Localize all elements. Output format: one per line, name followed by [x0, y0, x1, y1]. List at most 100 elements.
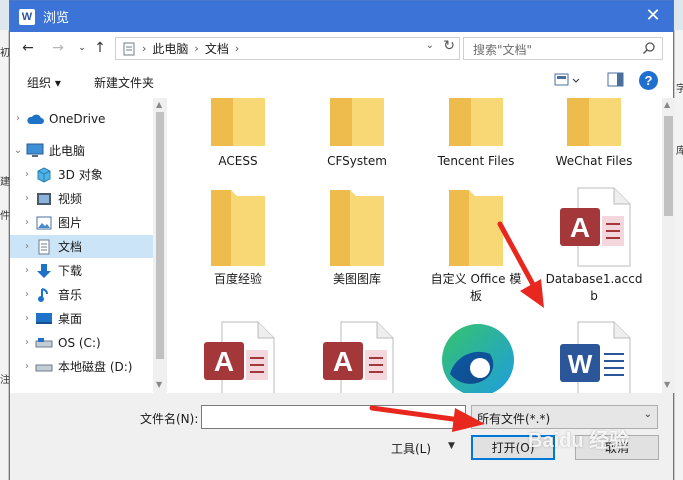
- toolbar: 组织 ▾ 新建文件夹 ?: [10, 64, 673, 98]
- scroll-up-icon[interactable]: ▲: [156, 100, 162, 109]
- tree-item-this-pc[interactable]: ⌄ 此电脑: [10, 139, 153, 162]
- background-right-strip: 字 库: [674, 30, 683, 480]
- file-list-scrollbar[interactable]: ▲ ▼: [662, 98, 675, 393]
- address-bar[interactable]: › 此电脑 › 文档 › ⌄ ↻: [115, 37, 460, 60]
- navigation-pane: › OneDrive ⌄ 此电脑 › 3D 对象 › 视频 › 图片 › 文档: [10, 98, 167, 393]
- refresh-icon[interactable]: ↻: [443, 38, 455, 54]
- nav-scrollbar[interactable]: ▲ ▼: [153, 98, 167, 393]
- tree-item-downloads[interactable]: › 下载: [10, 259, 153, 282]
- file-item[interactable]: Tencent Files: [418, 98, 534, 170]
- watermark: Baidu 经验: [528, 430, 630, 452]
- chevron-right-icon[interactable]: ›: [19, 289, 35, 300]
- tree-item-onedrive[interactable]: › OneDrive: [10, 107, 153, 130]
- file-item[interactable]: ACESS: [180, 98, 296, 170]
- file-item[interactable]: W: [536, 320, 652, 393]
- tree-item-label: OneDrive: [49, 111, 106, 126]
- access-file-icon: A: [204, 321, 275, 393]
- file-item[interactable]: 自定义 Office 模 板: [418, 188, 534, 305]
- chevron-right-icon[interactable]: ›: [19, 169, 35, 180]
- file-item[interactable]: A: [180, 320, 296, 393]
- recent-locations-chevron-icon[interactable]: ⌄: [72, 38, 92, 58]
- tree-item-3d-objects[interactable]: › 3D 对象: [10, 163, 153, 186]
- tree-item-label: 桌面: [58, 312, 83, 326]
- video-icon: [35, 191, 53, 207]
- file-name: ACESS: [218, 154, 258, 168]
- tree-item-label: 3D 对象: [58, 168, 103, 182]
- file-item[interactable]: [418, 318, 534, 393]
- file-item[interactable]: CFSystem: [299, 98, 415, 170]
- document-icon: [123, 42, 135, 55]
- preview-pane-icon[interactable]: [607, 72, 625, 88]
- word-file-icon: W: [560, 321, 631, 393]
- filename-input[interactable]: [201, 405, 466, 429]
- word-icon: W: [19, 8, 35, 25]
- scroll-down-icon[interactable]: ▼: [664, 380, 670, 389]
- nav-scroll-thumb[interactable]: [156, 112, 164, 359]
- file-item[interactable]: A Database1.accd b: [536, 186, 652, 305]
- folder-icon: [330, 190, 384, 266]
- chevron-down-icon[interactable]: ⌄: [10, 145, 26, 156]
- close-button[interactable]: ✕: [642, 6, 664, 28]
- file-item[interactable]: A: [299, 320, 415, 393]
- download-icon: [35, 263, 53, 279]
- address-dropdown-icon[interactable]: ⌄: [426, 40, 434, 51]
- tree-item-drive-d[interactable]: › 本地磁盘 (D:): [10, 355, 153, 378]
- file-item[interactable]: 百度经验: [180, 188, 296, 288]
- tree-item-label: 图片: [58, 216, 83, 230]
- tree-item-videos[interactable]: › 视频: [10, 187, 153, 210]
- chevron-right-icon[interactable]: ›: [19, 313, 35, 324]
- chevron-right-icon[interactable]: ›: [19, 337, 35, 348]
- search-input[interactable]: 搜索"文档": [463, 37, 663, 60]
- back-arrow-icon[interactable]: ←: [18, 38, 38, 58]
- chevron-right-icon[interactable]: ›: [19, 361, 35, 372]
- browse-dialog: W 浏览 ✕ ← → ⌄ ↑ › 此电脑 › 文档 › ⌄ ↻ 搜索"文档" 组…: [9, 0, 675, 480]
- background-char: 字: [676, 84, 683, 95]
- tree-item-desktop[interactable]: › 桌面: [10, 307, 153, 330]
- svg-text:A: A: [333, 346, 353, 377]
- cube-icon: [35, 166, 53, 183]
- help-icon[interactable]: ?: [639, 71, 658, 90]
- chevron-right-icon[interactable]: ›: [19, 217, 35, 228]
- search-icon: [642, 42, 655, 55]
- forward-arrow-icon[interactable]: →: [48, 38, 68, 58]
- chevron-down-icon: ⌄: [643, 409, 652, 420]
- view-options-icon[interactable]: [554, 72, 582, 88]
- svg-text:A: A: [214, 346, 234, 377]
- file-item[interactable]: 美图图库: [299, 188, 415, 288]
- folder-icon: [330, 98, 384, 146]
- background-char: 库: [676, 146, 683, 157]
- pc-icon: [26, 143, 44, 159]
- title-bar: W 浏览 ✕: [10, 1, 673, 32]
- tree-item-music[interactable]: › 音乐: [10, 283, 153, 306]
- tools-dropdown-icon[interactable]: ▼: [448, 441, 455, 451]
- tree-item-label: OS (C:): [58, 335, 101, 350]
- tree-item-label: 音乐: [58, 288, 83, 302]
- document-icon: [35, 239, 53, 255]
- chevron-right-icon[interactable]: ›: [10, 113, 26, 124]
- new-folder-button[interactable]: 新建文件夹: [94, 74, 154, 91]
- tree-item-pictures[interactable]: › 图片: [10, 211, 153, 234]
- tree-item-drive-c[interactable]: › OS (C:): [10, 331, 153, 354]
- tree-item-documents[interactable]: › 文档: [10, 235, 153, 258]
- file-name: Tencent Files: [437, 154, 515, 168]
- svg-text:A: A: [570, 212, 590, 243]
- file-item[interactable]: WeChat Files: [536, 98, 652, 170]
- chevron-right-icon[interactable]: ›: [19, 193, 35, 204]
- chevron-right-icon[interactable]: ›: [19, 265, 35, 276]
- file-name: Database1.accd: [545, 272, 643, 286]
- folder-icon: [211, 190, 265, 266]
- filename-label: 文件名(N):: [140, 412, 199, 426]
- picture-icon: [35, 215, 53, 231]
- breadcrumb-separator-icon: ›: [234, 42, 240, 55]
- file-name: WeChat Files: [555, 154, 633, 168]
- file-list-scroll-thumb[interactable]: [664, 116, 673, 216]
- breadcrumb-this-pc[interactable]: 此电脑: [152, 40, 188, 57]
- organize-button[interactable]: 组织 ▾: [27, 74, 61, 91]
- tools-button[interactable]: 工具(L): [391, 440, 431, 457]
- file-name-wrap: 板: [469, 289, 482, 303]
- scroll-up-icon[interactable]: ▲: [664, 100, 670, 109]
- breadcrumb-documents[interactable]: 文档: [205, 40, 229, 57]
- up-arrow-icon[interactable]: ↑: [90, 38, 110, 58]
- chevron-right-icon[interactable]: ›: [19, 241, 35, 252]
- scroll-down-icon[interactable]: ▼: [156, 380, 162, 389]
